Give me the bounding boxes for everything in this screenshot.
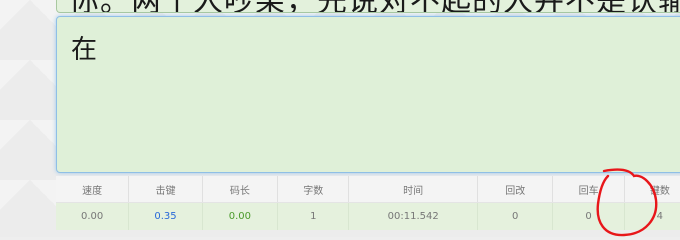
reference-text-panel: 你。两个人吵架，先说对不起的人并不是认输了， [56, 0, 680, 13]
header-key-count: 键数 [624, 176, 680, 203]
header-enter: 回车 [552, 176, 625, 203]
value-code-length: 0.00 [202, 202, 279, 230]
typing-practice-page: 你。两个人吵架，先说对不起的人并不是认输了， 在 速度 击键 码长 字数 时间 … [0, 0, 680, 237]
header-speed: 速度 [56, 176, 130, 203]
value-time: 00:11.542 [348, 202, 478, 230]
stats-header-row: 速度 击键 码长 字数 时间 回改 回车 键数 [56, 176, 680, 203]
typed-text: 在 [71, 35, 98, 65]
typing-input-area[interactable]: 在 [56, 16, 680, 173]
value-speed: 0.00 [56, 202, 130, 230]
value-key-count: 4 [624, 202, 680, 230]
value-enter: 0 [552, 202, 625, 230]
value-char-count: 1 [277, 202, 350, 230]
reference-text: 你。两个人吵架，先说对不起的人并不是认输了， [69, 0, 680, 12]
header-time: 时间 [348, 176, 478, 203]
value-backspace: 0 [477, 202, 554, 230]
header-backspace: 回改 [477, 176, 554, 203]
header-keystroke: 击键 [128, 176, 203, 203]
header-code-length: 码长 [202, 176, 279, 203]
stats-value-row: 0.00 0.35 0.00 1 00:11.542 0 0 4 [56, 202, 680, 230]
header-char-count: 字数 [277, 176, 350, 203]
stats-table: 速度 击键 码长 字数 时间 回改 回车 键数 0.00 0.35 0.00 1… [56, 176, 680, 230]
value-keystroke: 0.35 [128, 202, 203, 230]
